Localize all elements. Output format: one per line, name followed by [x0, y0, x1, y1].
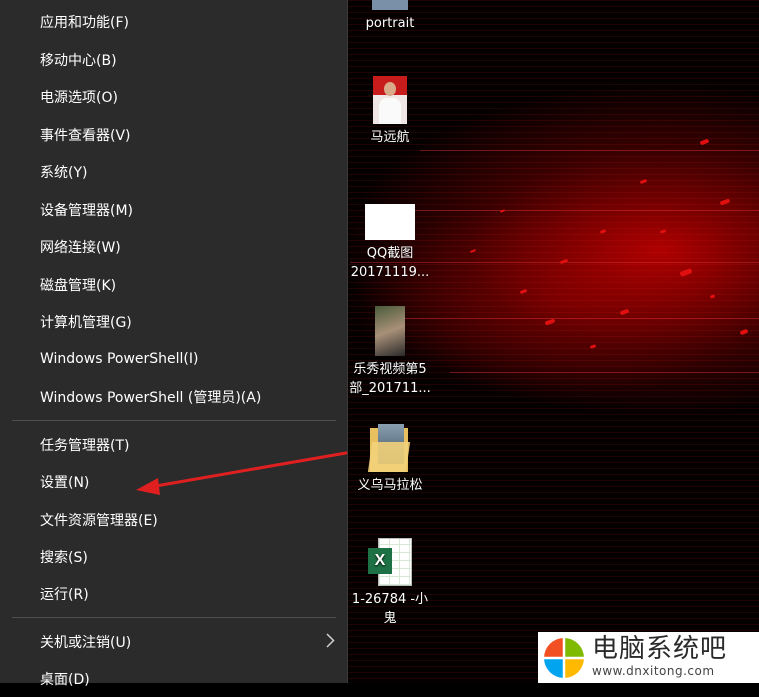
watermark-title: 电脑系统吧: [592, 634, 728, 664]
red-arrow-icon: [136, 451, 348, 495]
watermark: 电脑系统吧 www.dnxitong.com: [538, 632, 759, 683]
watermark-url: www.dnxitong.com: [592, 664, 715, 678]
windows-logo-icon: [542, 636, 586, 680]
